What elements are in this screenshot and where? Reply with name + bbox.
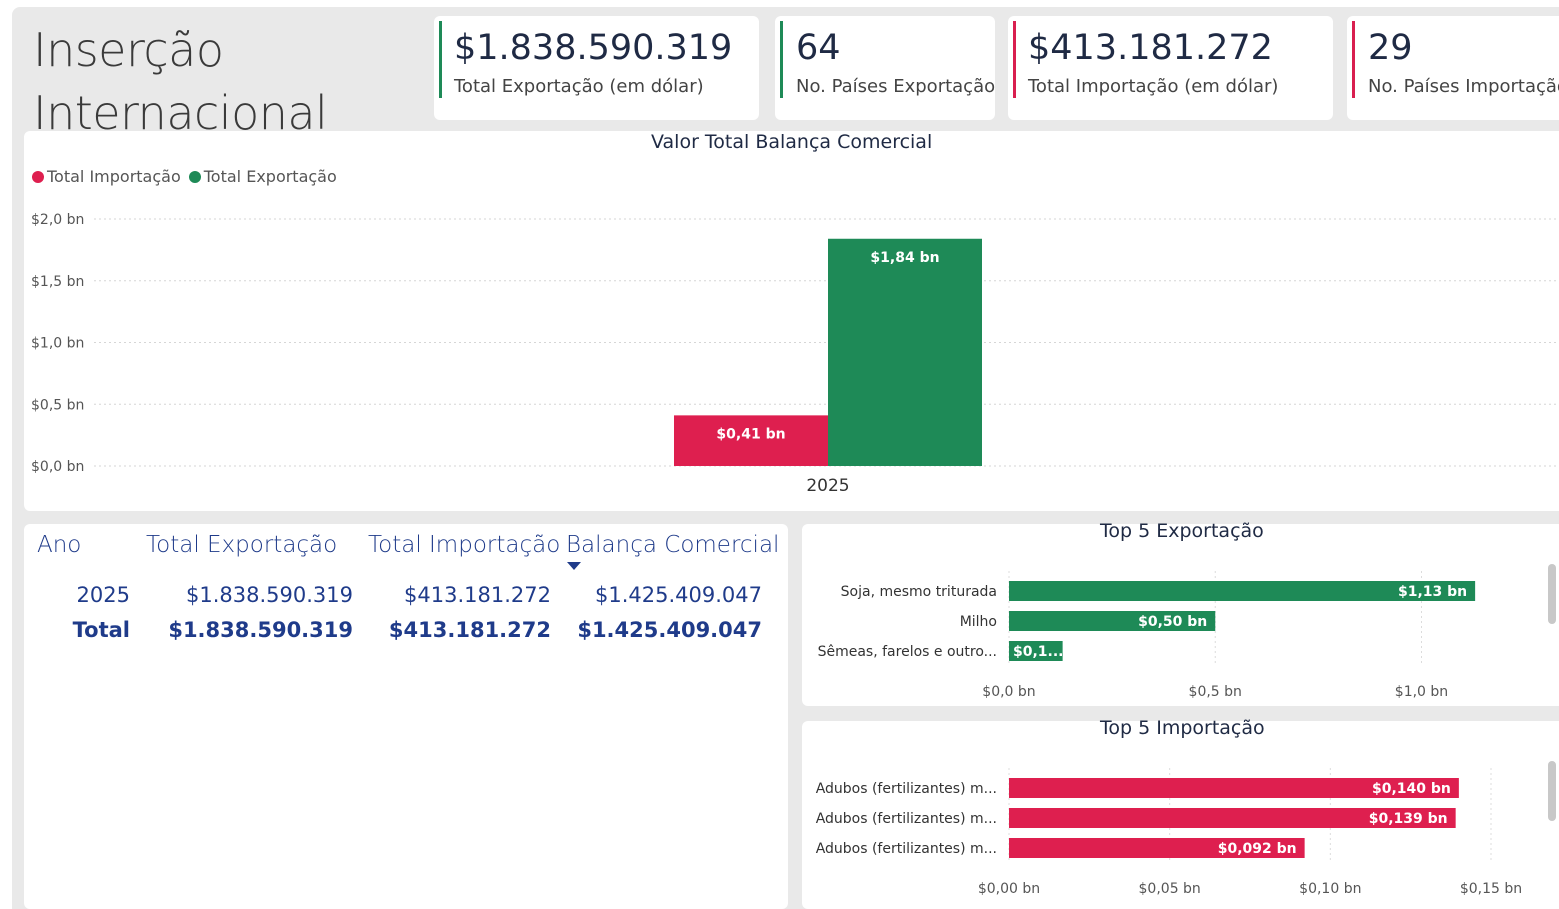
data-label: $0,1... <box>1013 644 1064 660</box>
x-tick-label: 2025 <box>806 476 849 496</box>
kpi-value: $413.181.272 <box>1028 28 1273 68</box>
table-header-balanca-comercial[interactable]: Balança Comercial <box>566 532 779 558</box>
kpi-card-import-countries[interactable]: 29 No. Países Importação <box>1347 16 1559 120</box>
x-tick-label: $0,0 bn <box>982 684 1035 700</box>
top-import-panel[interactable]: Top 5 Importação $0,00 bn $0,05 bn $0,10 b… <box>802 717 1559 909</box>
data-label: $0,092 bn <box>1218 841 1297 857</box>
x-tick-label: $0,00 bn <box>978 881 1040 897</box>
data-label: $1,84 bn <box>870 250 939 266</box>
sort-desc-icon[interactable] <box>567 562 581 570</box>
top-export-scrollbar[interactable] <box>1548 564 1556 624</box>
kpi-label: Total Exportação (em dólar) <box>454 76 704 97</box>
data-label: $0,139 bn <box>1369 811 1448 827</box>
kpi-label: No. Países Importação <box>1368 76 1559 97</box>
table-cell: 2025 <box>76 583 130 607</box>
data-label: $0,140 bn <box>1372 781 1451 797</box>
x-tick-label: $1,0 bn <box>1395 684 1448 700</box>
kpi-card-total-import[interactable]: $413.181.272 Total Importação (em dólar) <box>1008 16 1333 120</box>
category-label: Sêmeas, farelos e outro... <box>818 644 997 660</box>
kpi-card-total-export[interactable]: $1.838.590.319 Total Exportação (em dóla… <box>434 16 759 120</box>
x-tick-label: $0,15 bn <box>1460 881 1522 897</box>
page-title-line1: Inserção <box>33 23 224 77</box>
table-total-cell: $1.425.409.047 <box>577 618 762 642</box>
report-canvas: Inserção Internacional $1.838.590.319 To… <box>12 7 1559 909</box>
y-tick-label: $1,5 bn <box>31 274 84 290</box>
table-header-ano[interactable]: Ano <box>37 532 81 558</box>
top-export-panel[interactable]: Top 5 Exportação $0,0 bn $0,5 bn $1,0 bn So… <box>802 520 1559 706</box>
table-cell: $1.838.590.319 <box>186 583 353 607</box>
kpi-accent-bar <box>1352 21 1355 98</box>
data-label: $0,50 bn <box>1138 614 1207 630</box>
table-total-cell: $413.181.272 <box>388 618 551 642</box>
main-chart-svg: $0,0 bn $0,5 bn $1,0 bn $1,5 bn $2,0 bn $0,41… <box>31 212 1559 496</box>
x-tick-label: $0,10 bn <box>1299 881 1361 897</box>
x-tick-label: $0,05 bn <box>1139 881 1201 897</box>
table-header-total-importacao[interactable]: Total Importação <box>368 532 560 558</box>
kpi-label: No. Países Exportação <box>796 76 996 97</box>
table-cell: $1.425.409.047 <box>595 583 762 607</box>
page-title: Inserção Internacional <box>33 19 328 145</box>
x-tick-label: $0,5 bn <box>1189 684 1242 700</box>
table-total-cell: Total <box>72 618 130 642</box>
kpi-value: $1.838.590.319 <box>454 28 733 68</box>
top-import-scrollbar[interactable] <box>1548 761 1556 821</box>
category-label: Adubos (fertilizantes) m... <box>816 811 997 827</box>
y-tick-label: $2,0 bn <box>31 212 84 228</box>
kpi-card-export-countries[interactable]: 64 No. Países Exportação <box>775 16 995 120</box>
data-label: $0,41 bn <box>716 426 785 442</box>
kpi-accent-bar <box>439 21 442 98</box>
table-cell: $413.181.272 <box>404 583 551 607</box>
data-label: $1,13 bn <box>1398 584 1467 600</box>
top-import-svg: $0,00 bn $0,05 bn $0,10 bn $0,15 bn Adubos (… <box>816 768 1522 897</box>
category-label: Milho <box>960 614 997 630</box>
y-tick-label: $0,0 bn <box>31 459 84 475</box>
table-header-total-exportacao[interactable]: Total Exportação <box>146 532 337 558</box>
kpi-accent-bar <box>780 21 783 98</box>
category-label: Adubos (fertilizantes) m... <box>816 781 997 797</box>
kpi-value: 29 <box>1368 28 1413 68</box>
kpi-value: 64 <box>796 28 841 68</box>
main-chart-panel[interactable]: Valor Total Balança Comercial Total Impo… <box>24 131 1559 511</box>
bar-export <box>828 238 982 466</box>
category-label: Adubos (fertilizantes) m... <box>816 841 997 857</box>
table-total-cell: $1.838.590.319 <box>168 618 353 642</box>
kpi-accent-bar <box>1013 21 1016 98</box>
y-tick-label: $0,5 bn <box>31 397 84 413</box>
category-label: Soja, mesmo triturada <box>841 584 997 600</box>
summary-table-panel[interactable]: Ano Total Exportação Total Importação Ba… <box>24 524 788 909</box>
top-export-svg: $0,0 bn $0,5 bn $1,0 bn Soja, mesmo tritura… <box>818 571 1476 700</box>
kpi-label: Total Importação (em dólar) <box>1028 76 1279 97</box>
y-tick-label: $1,0 bn <box>31 336 84 352</box>
